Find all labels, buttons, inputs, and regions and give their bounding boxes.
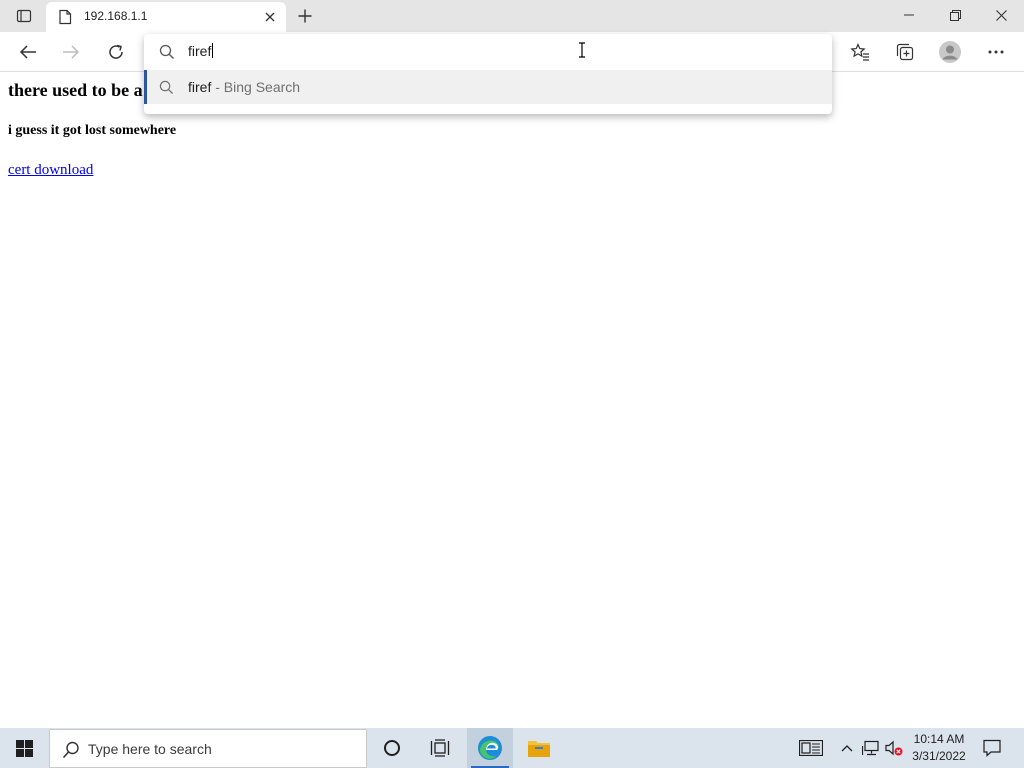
collections-button[interactable] bbox=[890, 37, 920, 67]
refresh-icon bbox=[109, 44, 123, 59]
edge-browser-icon bbox=[478, 736, 502, 760]
volume-button[interactable] bbox=[884, 728, 904, 768]
system-clock[interactable]: 10:14 AM 3/31/2022 bbox=[904, 731, 974, 767]
cortana-button[interactable] bbox=[369, 728, 415, 768]
address-bar[interactable]: firef bbox=[144, 34, 832, 70]
search-icon bbox=[159, 80, 174, 95]
forward-button[interactable] bbox=[56, 37, 86, 67]
tab-title: 192.168.1.1 bbox=[84, 9, 148, 23]
address-bar-popup: firef firef - Bing Search bbox=[144, 34, 832, 114]
suggestion-suffix: - Bing Search bbox=[211, 79, 301, 95]
address-input-value: firef bbox=[188, 43, 212, 59]
news-interests-button[interactable] bbox=[796, 728, 826, 768]
file-explorer-icon bbox=[528, 741, 550, 757]
forward-arrow-icon bbox=[63, 45, 80, 59]
cortana-circle-icon bbox=[384, 740, 400, 756]
tab-close-button[interactable] bbox=[262, 9, 278, 25]
refresh-button[interactable] bbox=[101, 37, 131, 67]
chevron-up-icon bbox=[841, 745, 853, 752]
search-icon bbox=[62, 741, 79, 759]
page-heading: there used to be a bbox=[8, 80, 143, 100]
volume-muted-icon bbox=[885, 740, 903, 756]
news-icon bbox=[799, 740, 823, 756]
page-content: there used to be a i guess it got lost s… bbox=[0, 72, 1024, 728]
tab-actions-icon bbox=[16, 9, 32, 23]
text-cursor-icon bbox=[579, 42, 585, 58]
search-icon bbox=[159, 44, 174, 59]
taskbar-edge-button[interactable] bbox=[467, 728, 513, 768]
show-hidden-icons-button[interactable] bbox=[838, 728, 856, 768]
task-view-button[interactable] bbox=[417, 728, 463, 768]
more-icon bbox=[988, 50, 1004, 54]
text-caret bbox=[212, 43, 214, 58]
restore-icon bbox=[949, 9, 961, 21]
profile-button[interactable] bbox=[935, 37, 965, 67]
favorites-icon bbox=[850, 43, 869, 61]
close-icon bbox=[995, 9, 1007, 21]
notifications-icon bbox=[983, 739, 1001, 757]
profile-avatar-icon bbox=[939, 41, 961, 63]
back-arrow-icon bbox=[19, 45, 36, 59]
title-bar: 192.168.1.1 bbox=[0, 0, 1024, 32]
clock-date: 3/31/2022 bbox=[912, 749, 966, 763]
restore-button[interactable] bbox=[932, 0, 978, 30]
favorites-button[interactable] bbox=[845, 37, 875, 67]
new-tab-button[interactable] bbox=[292, 4, 318, 28]
taskbar-file-explorer-button[interactable] bbox=[516, 728, 562, 768]
notifications-button[interactable] bbox=[976, 728, 1008, 768]
task-view-icon bbox=[430, 739, 450, 757]
collections-icon bbox=[896, 43, 914, 61]
clock-time: 10:14 AM bbox=[913, 732, 965, 746]
more-button[interactable] bbox=[981, 37, 1011, 67]
address-input[interactable]: firef bbox=[188, 43, 214, 59]
close-icon bbox=[265, 12, 275, 22]
taskbar: Type here to search 10:14 AM 3/31/2022 bbox=[0, 728, 1024, 768]
network-button[interactable] bbox=[860, 728, 882, 768]
page-subheading: i guess it got lost somewhere bbox=[8, 123, 177, 138]
minimize-button[interactable] bbox=[886, 0, 932, 30]
cert-download-link[interactable]: cert download bbox=[8, 162, 93, 179]
back-button[interactable] bbox=[13, 37, 43, 67]
windows-logo-icon bbox=[15, 739, 33, 757]
suggestion-text: firef - Bing Search bbox=[188, 79, 300, 95]
network-icon bbox=[862, 740, 879, 756]
search-suggestion[interactable]: firef - Bing Search bbox=[144, 70, 832, 104]
close-window-button[interactable] bbox=[978, 0, 1024, 30]
start-button[interactable] bbox=[0, 728, 48, 768]
minimize-icon bbox=[904, 14, 914, 16]
tab-actions-button[interactable] bbox=[8, 2, 40, 30]
taskbar-search-box[interactable]: Type here to search bbox=[49, 729, 367, 768]
suggestion-query: firef bbox=[188, 79, 212, 95]
plus-icon bbox=[298, 9, 312, 23]
taskbar-search-placeholder: Type here to search bbox=[88, 741, 212, 757]
browser-tab[interactable]: 192.168.1.1 bbox=[46, 2, 286, 32]
page-icon bbox=[59, 9, 72, 25]
